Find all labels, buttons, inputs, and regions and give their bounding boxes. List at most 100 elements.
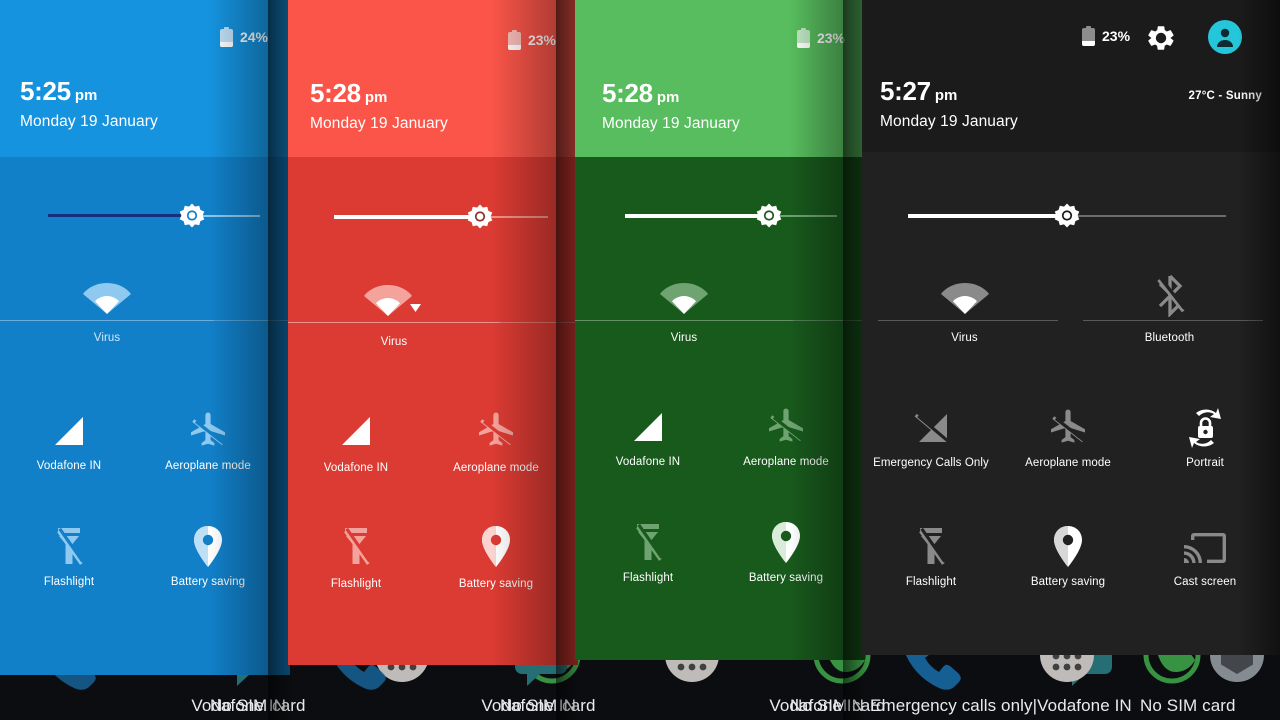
- brightness-icon[interactable]: [1054, 203, 1080, 229]
- quick-settings-panel-dark[interactable]: 23% 5:27 pm Monday 19 January 27°C - Sunn…: [862, 0, 1280, 655]
- brightness-icon[interactable]: [179, 203, 205, 229]
- clock-date: Monday 19 January: [20, 113, 158, 130]
- battery-status-dark: 23%: [1082, 26, 1130, 46]
- tile-label: Aeroplane mode: [1025, 457, 1111, 469]
- tile-label: Battery saving: [748, 572, 824, 584]
- location-pin-icon: [1003, 524, 1133, 570]
- tile-label: Emergency Calls Only: [873, 457, 989, 469]
- brightness-slider-red[interactable]: [334, 204, 548, 230]
- tile-virus-green[interactable]: Virus: [575, 272, 793, 344]
- clock-ampm: pm: [656, 89, 680, 106]
- quick-settings-panel-green[interactable]: 23% 5:28 pm Monday 19 January Virus Voda…: [575, 0, 865, 660]
- tile-label: Vodafone IN: [36, 460, 102, 472]
- tile-label: Vodafone IN: [323, 462, 389, 474]
- slider-fill: [48, 214, 193, 217]
- airplane-off-icon: [730, 404, 842, 450]
- tile-label: Flashlight: [43, 576, 95, 588]
- tile-label: Aeroplane mode: [453, 462, 539, 474]
- flashlight-off-icon: [593, 520, 703, 566]
- tile-aeroplane-mode-red[interactable]: Aeroplane mode: [440, 408, 552, 474]
- tile-label: Aeroplane mode: [743, 456, 829, 468]
- brightness-icon[interactable]: [756, 203, 782, 229]
- tile-label: Battery saving: [170, 576, 246, 588]
- weather-label[interactable]: 27°C - Sunny: [1189, 90, 1262, 102]
- quick-settings-panel-blue[interactable]: 24% 5:25 pm Monday 19 January Virus Voda…: [0, 0, 290, 675]
- tile-emergency-calls-only-dark[interactable]: Emergency Calls Only: [866, 405, 996, 469]
- brightness-slider-blue[interactable]: [48, 203, 260, 229]
- tile-label: Virus: [380, 336, 408, 348]
- cell-signal-off-icon: [866, 405, 996, 451]
- tile-flashlight-green[interactable]: Flashlight: [593, 520, 703, 584]
- clock-time: 5:28 pm: [310, 78, 388, 108]
- clock-time: 5:28 pm: [602, 78, 680, 108]
- tile-cast-screen-dark[interactable]: Cast screen: [1140, 524, 1270, 588]
- tile-vodafone-in-red[interactable]: Vodafone IN: [300, 408, 412, 474]
- clock-block-red[interactable]: 5:28 pm Monday 19 January: [310, 80, 448, 133]
- wifi-icon: [575, 272, 793, 318]
- location-pin-icon: [730, 520, 842, 566]
- tile-vodafone-in-blue[interactable]: Vodafone IN: [14, 408, 124, 472]
- clock-date: Monday 19 January: [602, 115, 740, 132]
- wifi-icon: [0, 272, 214, 318]
- battery-percent-label: 23%: [816, 30, 845, 46]
- battery-percent-label: 23%: [527, 32, 556, 48]
- battery-icon: [507, 30, 521, 50]
- tile-vodafone-in-green[interactable]: Vodafone IN: [593, 404, 703, 468]
- avatar[interactable]: [1208, 20, 1242, 54]
- gear-icon[interactable]: [1145, 22, 1177, 59]
- brightness-slider-dark[interactable]: [908, 203, 1226, 229]
- clock-date: Monday 19 January: [880, 113, 1018, 130]
- tile-aeroplane-mode-green[interactable]: Aeroplane mode: [730, 404, 842, 468]
- clock-block-dark[interactable]: 5:27 pm Monday 19 January: [880, 78, 1018, 131]
- tile-flashlight-blue[interactable]: Flashlight: [14, 524, 124, 588]
- tile-virus-blue[interactable]: Virus: [0, 272, 214, 344]
- tile-bluetooth-dark[interactable]: Bluetooth: [1067, 272, 1272, 344]
- brightness-icon[interactable]: [467, 204, 493, 230]
- airplane-off-icon: [1003, 405, 1133, 451]
- tile-portrait-dark[interactable]: Portrait: [1140, 405, 1270, 469]
- airplane-off-icon: [152, 408, 264, 454]
- tile-divider: [288, 322, 500, 323]
- tile-divider: [575, 320, 793, 321]
- tile-label: Flashlight: [330, 578, 382, 590]
- tile-flashlight-red[interactable]: Flashlight: [300, 524, 412, 590]
- battery-icon: [219, 27, 233, 47]
- battery-percent-label: 23%: [1102, 28, 1131, 44]
- tile-virus-red[interactable]: Virus: [288, 274, 500, 348]
- tile-divider: [1083, 320, 1263, 321]
- clock-date: Monday 19 January: [310, 115, 448, 132]
- wifi-icon: [288, 274, 500, 320]
- battery-status-blue: 24%: [219, 27, 268, 47]
- tile-label: Aeroplane mode: [165, 460, 251, 472]
- cast-screen-icon: [1140, 524, 1270, 570]
- tile-battery-saving-green[interactable]: Battery saving: [730, 520, 842, 584]
- clock-time: 5:27 pm: [880, 76, 958, 106]
- airplane-off-icon: [440, 408, 552, 454]
- quick-settings-panel-red[interactable]: 23% 5:28 pm Monday 19 January Virus Voda…: [288, 0, 578, 665]
- slider-fill: [908, 214, 1067, 218]
- cell-signal-icon: [14, 408, 124, 454]
- tile-label: Virus: [951, 332, 978, 344]
- location-pin-icon: [152, 524, 264, 570]
- clock-block-green[interactable]: 5:28 pm Monday 19 January: [602, 80, 740, 133]
- tile-battery-saving-red[interactable]: Battery saving: [440, 524, 552, 590]
- battery-percent-label: 24%: [239, 29, 268, 45]
- flashlight-off-icon: [300, 524, 412, 570]
- slider-fill: [334, 215, 480, 219]
- tile-label: Virus: [670, 332, 698, 344]
- clock-ampm: pm: [934, 87, 958, 104]
- tile-flashlight-dark[interactable]: Flashlight: [866, 524, 996, 588]
- tile-aeroplane-mode-blue[interactable]: Aeroplane mode: [152, 408, 264, 472]
- tile-aeroplane-mode-dark[interactable]: Aeroplane mode: [1003, 405, 1133, 469]
- tile-battery-saving-blue[interactable]: Battery saving: [152, 524, 264, 588]
- tile-divider: [878, 320, 1058, 321]
- tile-label: Virus: [93, 332, 121, 344]
- tile-label: Vodafone IN: [615, 456, 681, 468]
- tile-virus-dark[interactable]: Virus: [862, 272, 1067, 344]
- bluetooth-off-icon: [1067, 272, 1272, 318]
- tile-battery-saving-dark[interactable]: Battery saving: [1003, 524, 1133, 588]
- clock-ampm: pm: [364, 89, 388, 106]
- clock-block-blue[interactable]: 5:25 pm Monday 19 January: [20, 78, 158, 131]
- brightness-slider-green[interactable]: [625, 203, 837, 229]
- cell-signal-icon: [593, 404, 703, 450]
